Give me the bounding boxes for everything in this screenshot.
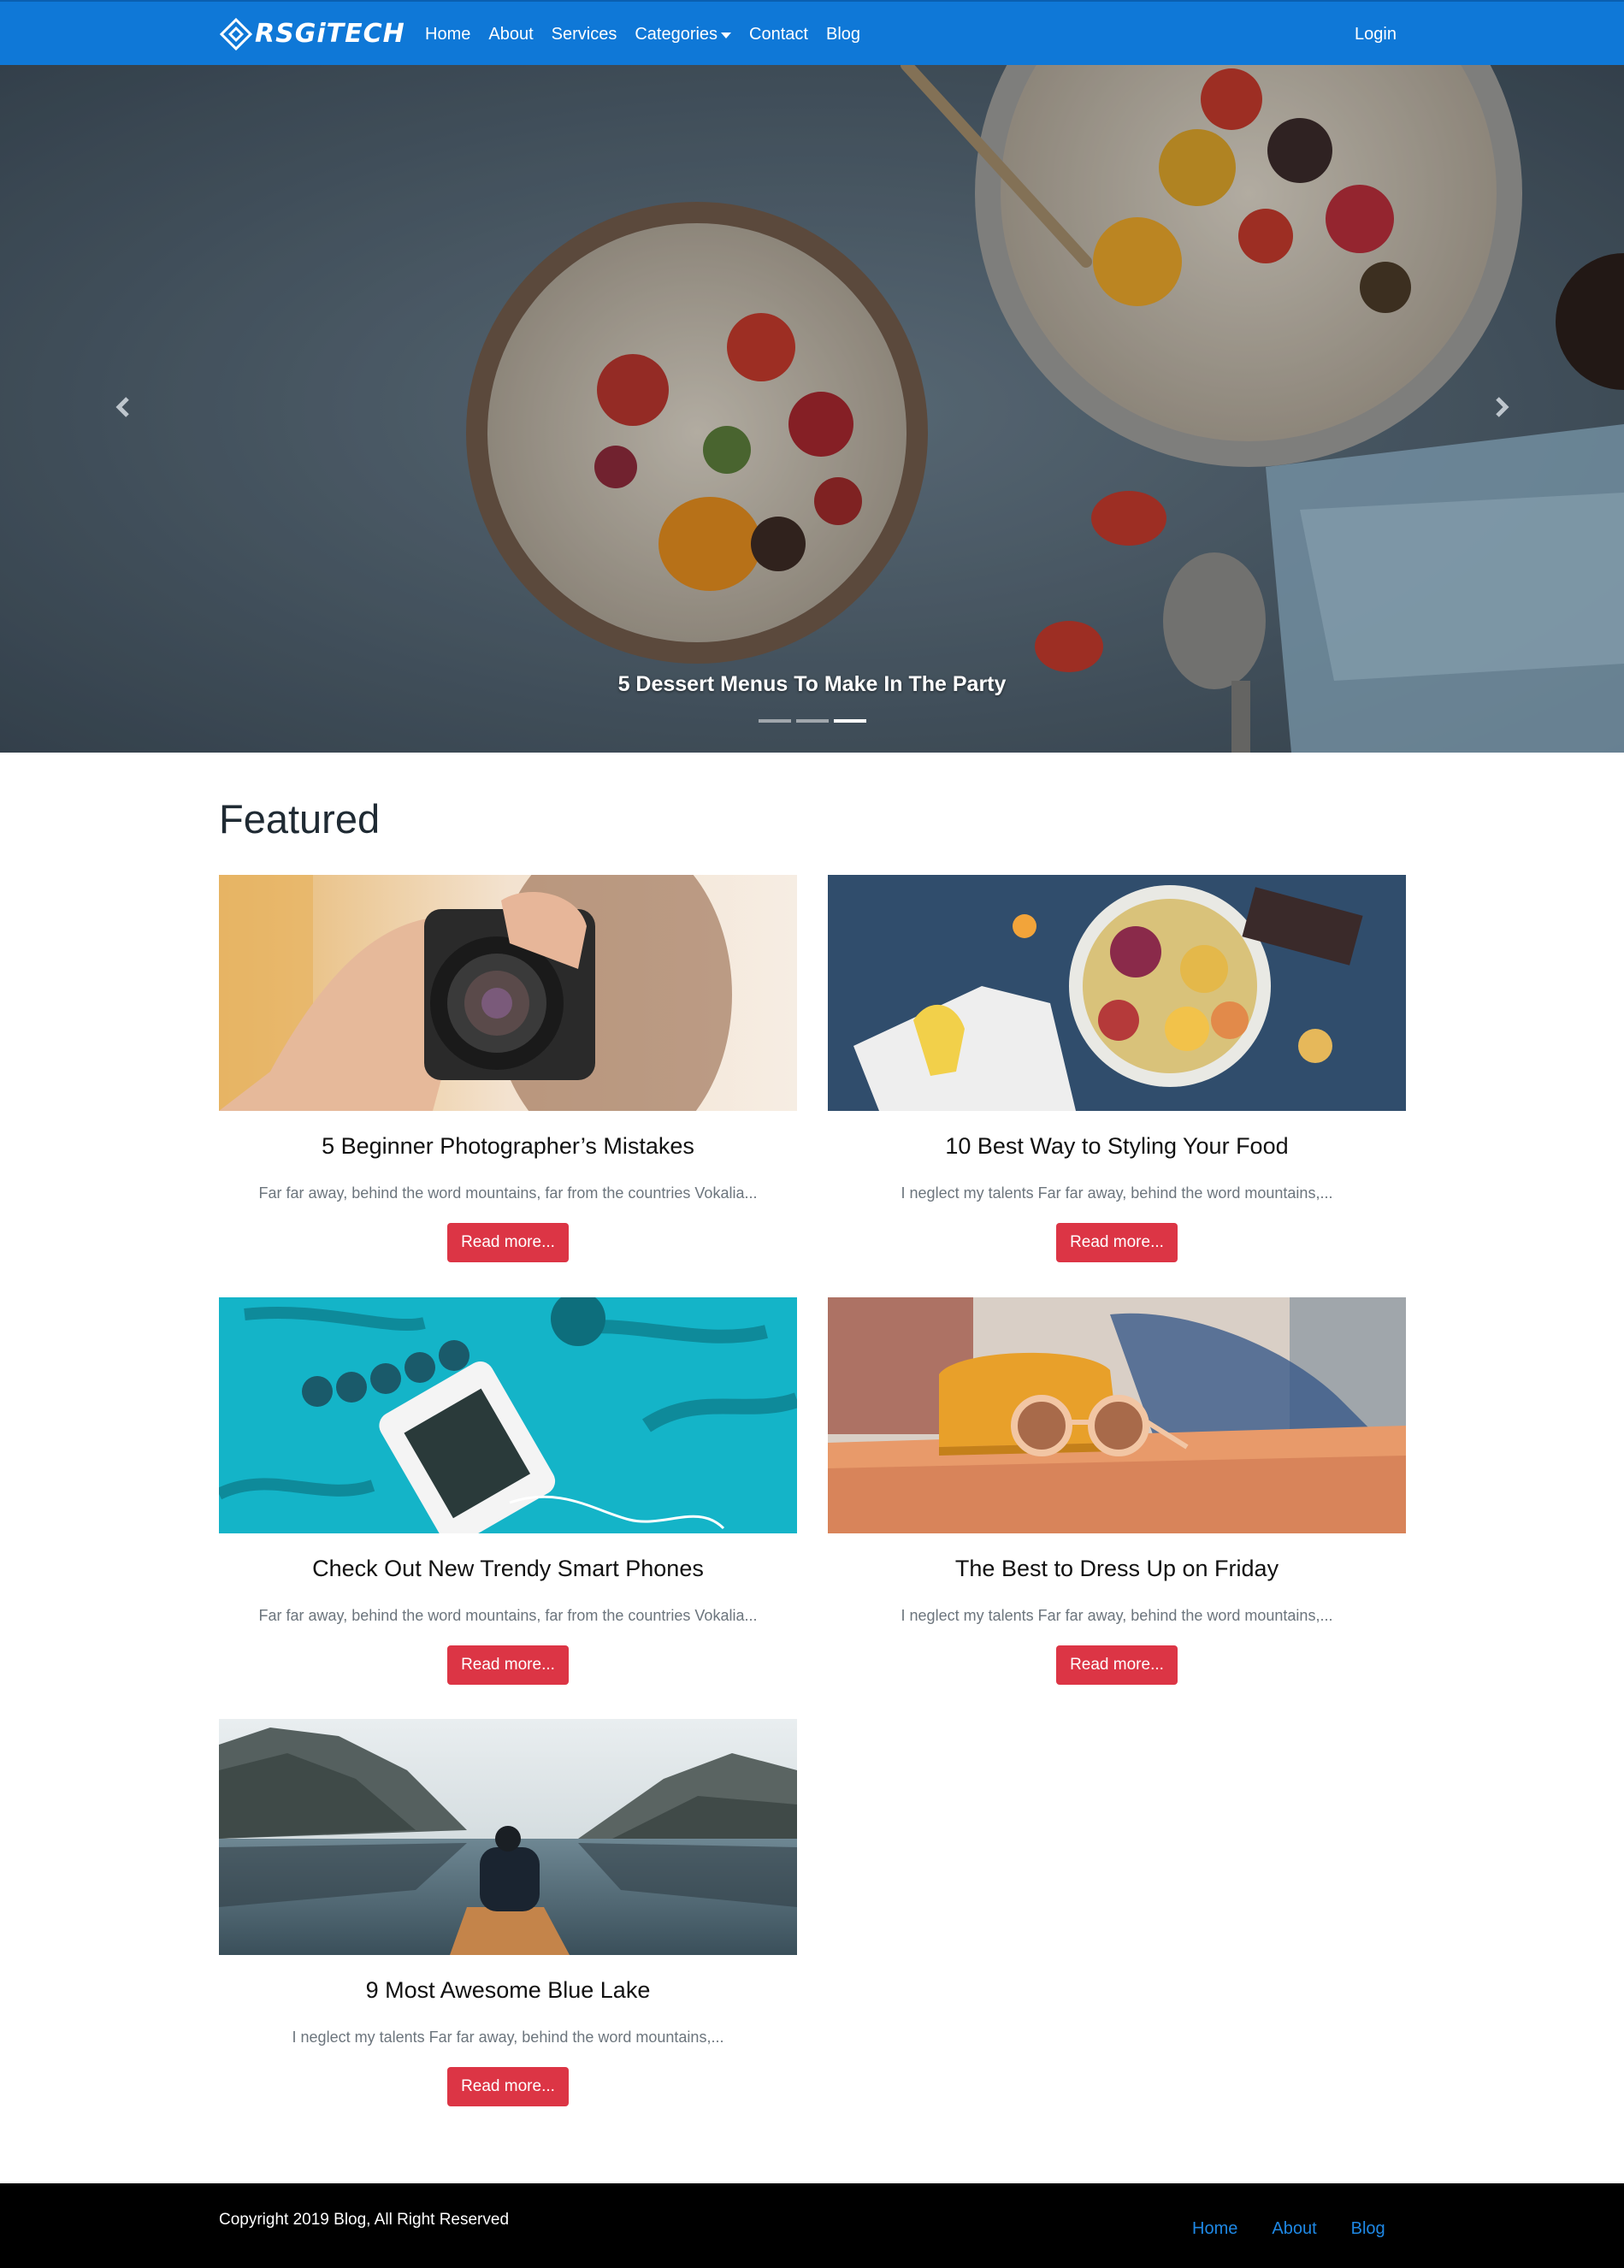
- chevron-left-icon: [115, 397, 129, 417]
- featured-card: The Best to Dress Up on Friday I neglect…: [828, 1297, 1406, 1685]
- featured-heading: Featured: [219, 796, 381, 842]
- card-excerpt: I neglect my talents Far far away, behin…: [292, 2029, 724, 2046]
- nav-services[interactable]: Services: [552, 25, 617, 44]
- featured-card: 5 Beginner Photographer’s Mistakes Far f…: [219, 875, 797, 1262]
- navbar: RSGiTECH Home About Services Categories …: [0, 0, 1624, 65]
- card-image-camera[interactable]: [219, 875, 797, 1111]
- logo-diamond-icon: [219, 17, 253, 51]
- card-title[interactable]: 9 Most Awesome Blue Lake: [219, 1977, 797, 2004]
- featured-card: 9 Most Awesome Blue Lake I neglect my ta…: [219, 1719, 797, 2106]
- footer: Copyright 2019 Blog, All Right Reserved …: [0, 2183, 1624, 2268]
- card-image-sunglasses[interactable]: [828, 1297, 1406, 1533]
- card-image-lake[interactable]: [219, 1719, 797, 1955]
- footer-copyright: Copyright 2019 Blog, All Right Reserved: [219, 2211, 510, 2229]
- nav-categories-label: Categories: [635, 24, 718, 44]
- footer-link-blog[interactable]: Blog: [1351, 2219, 1385, 2239]
- footer-link-home[interactable]: Home: [1192, 2219, 1237, 2239]
- footer-links: Home About Blog: [1192, 2219, 1420, 2239]
- brand-logo[interactable]: RSGiTECH: [219, 17, 405, 51]
- card-title[interactable]: Check Out New Trendy Smart Phones: [219, 1556, 797, 1582]
- read-more-button[interactable]: Read more...: [1056, 1645, 1178, 1685]
- card-title[interactable]: 10 Best Way to Styling Your Food: [828, 1133, 1406, 1160]
- card-title[interactable]: The Best to Dress Up on Friday: [828, 1556, 1406, 1582]
- nav-blog[interactable]: Blog: [826, 25, 860, 44]
- carousel-indicator-3[interactable]: [833, 719, 866, 723]
- card-title[interactable]: 5 Beginner Photographer’s Mistakes: [219, 1133, 797, 1160]
- card-excerpt: Far far away, behind the word mountains,…: [258, 1607, 758, 1624]
- carousel-indicator-2[interactable]: [795, 719, 829, 723]
- featured-card: 10 Best Way to Styling Your Food I negle…: [828, 875, 1406, 1262]
- nav-home[interactable]: Home: [425, 25, 470, 44]
- nav-categories-dropdown[interactable]: Categories: [635, 24, 732, 44]
- nav-links: Home About Services Categories Contact B…: [425, 2, 878, 67]
- read-more-button[interactable]: Read more...: [1056, 1223, 1178, 1262]
- caret-down-icon: [721, 32, 732, 38]
- login-link[interactable]: Login: [1355, 2, 1397, 67]
- nav-about[interactable]: About: [488, 25, 533, 44]
- carousel-next-button[interactable]: [1485, 390, 1519, 424]
- carousel-prev-button[interactable]: [106, 390, 140, 424]
- card-image-smartphone[interactable]: [219, 1297, 797, 1533]
- brand-name: RSGiTECH: [255, 19, 405, 49]
- carousel-caption: 5 Dessert Menus To Make In The Party: [617, 672, 1007, 696]
- chevron-right-icon: [1496, 397, 1509, 417]
- read-more-button[interactable]: Read more...: [447, 1223, 569, 1262]
- card-excerpt: I neglect my talents Far far away, behin…: [901, 1607, 1333, 1624]
- card-image-food[interactable]: [828, 875, 1406, 1111]
- card-excerpt: Far far away, behind the word mountains,…: [258, 1184, 758, 1202]
- carousel-indicator-1[interactable]: [758, 719, 791, 723]
- card-excerpt: I neglect my talents Far far away, behin…: [901, 1184, 1333, 1202]
- nav-contact[interactable]: Contact: [749, 25, 808, 44]
- footer-link-about[interactable]: About: [1272, 2219, 1316, 2239]
- read-more-button[interactable]: Read more...: [447, 1645, 569, 1685]
- hero-slide-image: [0, 65, 1624, 753]
- read-more-button[interactable]: Read more...: [447, 2067, 569, 2106]
- hero-carousel: 5 Dessert Menus To Make In The Party: [0, 65, 1624, 753]
- carousel-indicators: [0, 719, 1624, 723]
- featured-card: Check Out New Trendy Smart Phones Far fa…: [219, 1297, 797, 1685]
